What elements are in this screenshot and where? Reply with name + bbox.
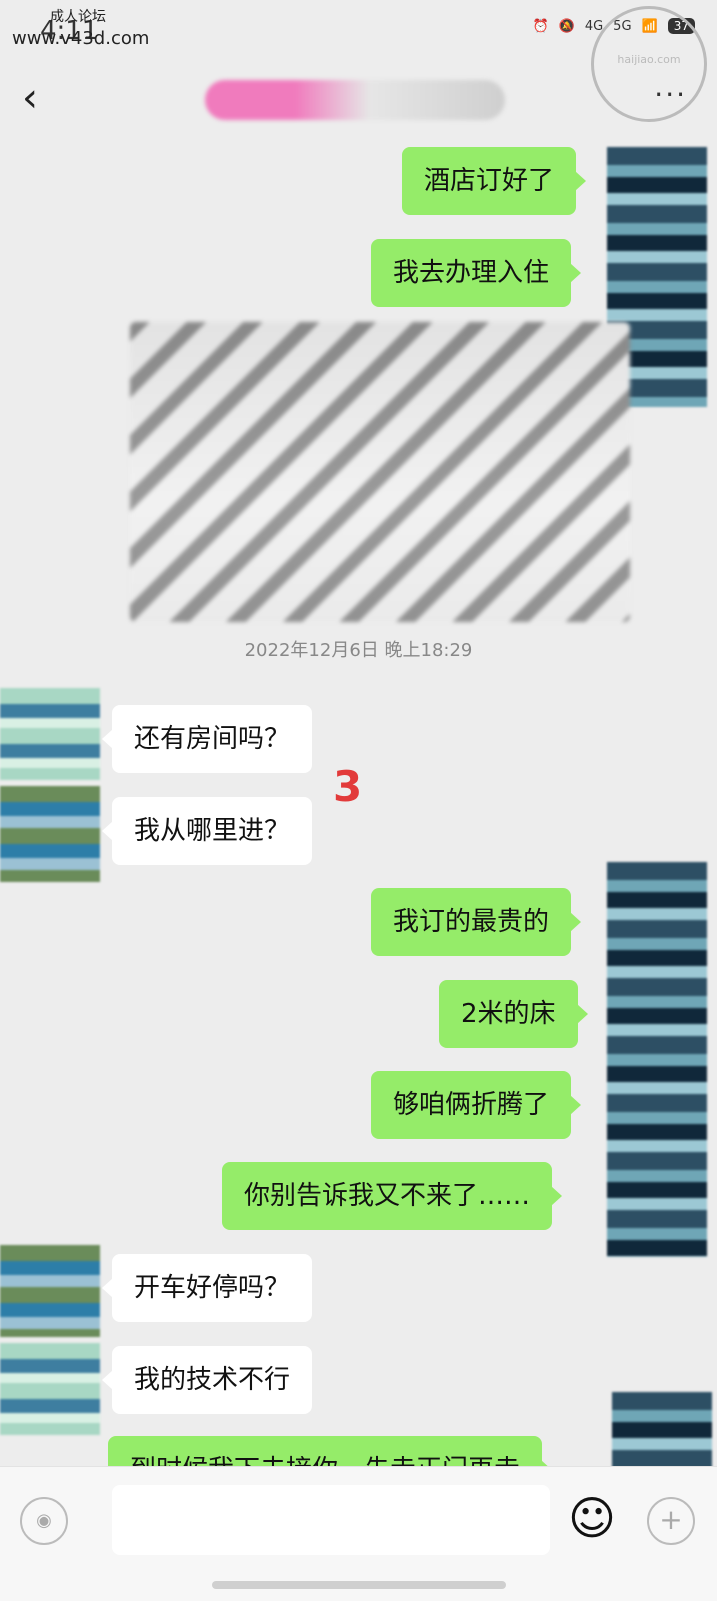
chat-header: ‹ ··· [0, 60, 717, 140]
back-icon[interactable]: ‹ [22, 78, 38, 118]
input-bar: ◉ ☺ + [0, 1466, 717, 1601]
message-bubble-outgoing[interactable]: 我订的最贵的 [371, 888, 582, 956]
avatar-self[interactable] [612, 1392, 712, 1472]
message-bubble-incoming[interactable]: 开车好停吗？ [101, 1254, 313, 1322]
message-input[interactable] [112, 1485, 550, 1555]
watermark-url: www.v43d.com [12, 28, 150, 49]
message-bubble-outgoing[interactable]: 你别告诉我又不来了…… [222, 1162, 563, 1230]
watermark-top: 成人论坛 [50, 9, 106, 25]
message-bubble-incoming[interactable]: 我的技术不行 [101, 1346, 313, 1414]
avatar-contact[interactable] [0, 1245, 100, 1337]
voice-icon[interactable]: ◉ [20, 1497, 68, 1545]
message-bubble-incoming[interactable]: 还有房间吗？ [101, 705, 313, 773]
mute-icon: 🔕 [558, 18, 575, 34]
message-bubble-outgoing[interactable]: 够咱俩折腾了 [371, 1071, 582, 1139]
avatar-contact[interactable] [0, 1343, 100, 1435]
more-icon[interactable]: ··· [654, 78, 687, 111]
avatar-contact[interactable] [0, 688, 100, 780]
plus-icon[interactable]: + [647, 1497, 695, 1545]
alarm-icon: ⏰ [532, 18, 549, 34]
annotation-badge: 3 [333, 762, 363, 811]
time-separator: 2022年12月6日 晚上18:29 [244, 640, 473, 661]
image-message-redacted[interactable] [130, 322, 630, 622]
message-bubble-incoming[interactable]: 我从哪里进？ [101, 797, 313, 865]
message-bubble-outgoing[interactable]: 我去办理入住 [371, 239, 582, 307]
avatar-self[interactable] [607, 862, 707, 1257]
home-indicator [212, 1581, 506, 1589]
chat-title-redacted [205, 80, 505, 120]
message-bubble-outgoing[interactable]: 酒店订好了 [402, 147, 587, 215]
avatar-contact[interactable] [0, 786, 100, 882]
message-bubble-outgoing[interactable]: 2米的床 [439, 980, 588, 1048]
emoji-icon[interactable]: ☺ [568, 1495, 616, 1541]
